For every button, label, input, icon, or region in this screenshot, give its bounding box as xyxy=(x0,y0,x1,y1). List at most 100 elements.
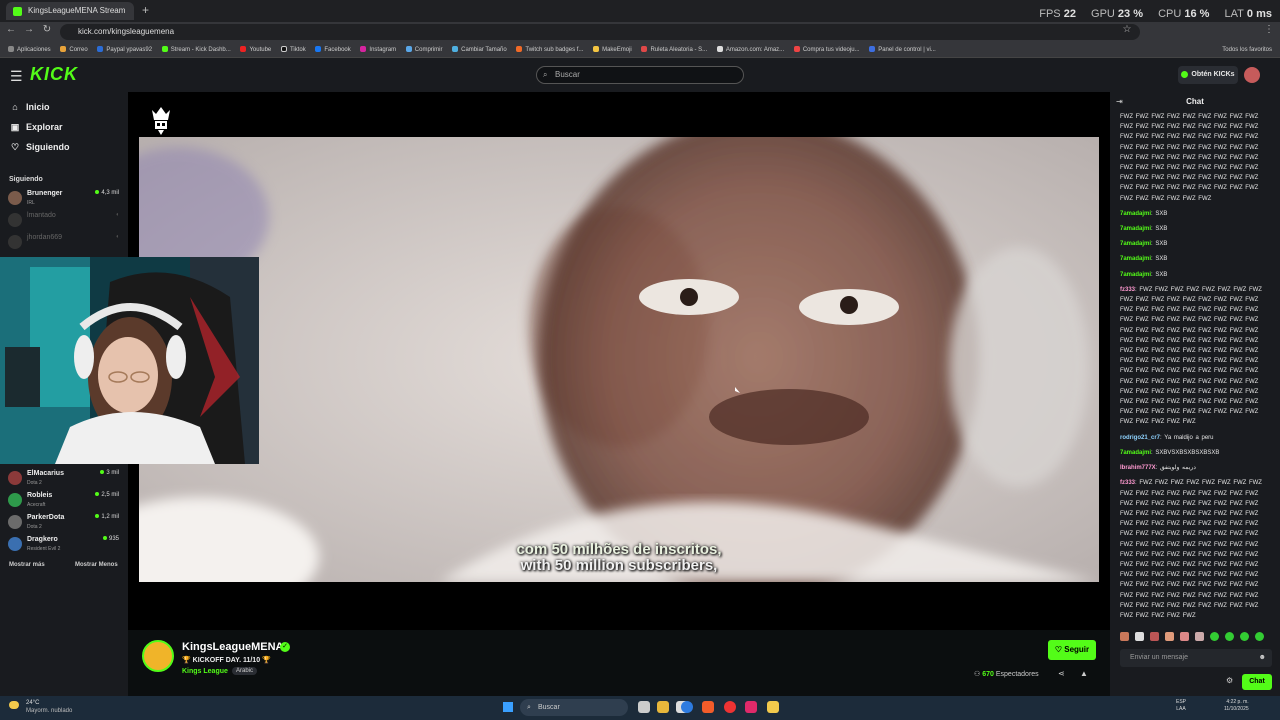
bookmark-item[interactable]: Cambiar Tamaño xyxy=(452,42,507,57)
browser-menu-icon[interactable]: ⋮ xyxy=(1262,24,1276,35)
bookmark-item[interactable]: Amazon.com: Amaz... xyxy=(716,42,784,57)
fps-label: FPS xyxy=(1039,8,1061,20)
browser-tab[interactable]: KingsLeagueMENA Stream xyxy=(6,2,134,20)
chat-username[interactable]: 7amadajmi xyxy=(1120,241,1151,247)
video-content-image xyxy=(139,137,1099,582)
bookmark-item[interactable]: Tiktok xyxy=(280,42,306,57)
video-player[interactable]: com 50 milhões de inscritos, with 50 mil… xyxy=(128,92,1110,630)
new-tab-plus-icon[interactable]: + xyxy=(142,3,149,17)
followed-channel[interactable]: lmantado ◖ xyxy=(8,210,122,232)
bookmark-item[interactable]: Instagram xyxy=(360,42,396,57)
weather-widget[interactable]: 24°C Mayorm. nublado xyxy=(8,699,72,715)
bookmark-item[interactable]: Comprimir xyxy=(405,42,442,57)
sticky-notes-icon[interactable] xyxy=(767,701,779,713)
user-avatar[interactable] xyxy=(1244,67,1260,83)
bookmark-item[interactable]: Correo xyxy=(60,42,88,57)
taskbar-search-input[interactable]: ⌕ Buscar xyxy=(520,699,628,716)
emote-icon[interactable] xyxy=(1225,632,1234,641)
emote-icon[interactable] xyxy=(1135,632,1144,641)
chat-username[interactable]: 7amadajmi xyxy=(1120,211,1151,217)
emote-icon[interactable] xyxy=(1165,632,1174,641)
reload-icon[interactable]: ↻ xyxy=(40,24,54,35)
emote-icon[interactable] xyxy=(1255,632,1264,641)
bookmark-item[interactable]: Aplicaciones xyxy=(8,42,51,57)
bookmark-item[interactable]: Facebook xyxy=(315,42,351,57)
obs-icon[interactable] xyxy=(724,701,736,713)
weather-temp: 24°C xyxy=(26,700,40,706)
chat-username[interactable]: 7amadajmi xyxy=(1120,256,1151,262)
emote-icon[interactable] xyxy=(1210,632,1219,641)
chat-username[interactable]: 7amadajmi xyxy=(1120,450,1151,456)
emote-icon[interactable] xyxy=(1120,632,1129,641)
nav-explore[interactable]: ▣ Explorar xyxy=(10,122,63,133)
bookmark-item[interactable]: MakeEmoji xyxy=(593,42,632,57)
bookmark-item[interactable]: Compra tus videoju... xyxy=(793,42,860,57)
live-dot-icon xyxy=(95,190,100,195)
nav-following[interactable]: ♡ Siguiendo xyxy=(10,142,70,153)
stream-tag[interactable]: Arabic xyxy=(232,667,258,675)
chat-username[interactable]: fz333 xyxy=(1120,287,1135,293)
followed-channel[interactable]: jhordan669 ◖ xyxy=(8,232,122,254)
all-favorites-folder[interactable]: Todos los favoritos xyxy=(1222,42,1272,58)
file-explorer-icon[interactable] xyxy=(657,701,669,713)
followed-channel[interactable]: ElMacarius Dota 2 3 mil xyxy=(8,468,122,490)
back-arrow-icon[interactable]: ← xyxy=(4,24,18,35)
followed-channel[interactable]: Robleis Acecraft 2,5 mil xyxy=(8,490,122,512)
followed-channel[interactable]: ParkerDota Dota 2 1,2 mil xyxy=(8,512,122,534)
chat-username[interactable]: fz333 xyxy=(1120,480,1135,486)
emote-icon[interactable] xyxy=(1240,632,1249,641)
bookmark-item[interactable]: Stream - Kick Dashb... xyxy=(161,42,231,57)
heart-icon: ♡ xyxy=(1054,645,1065,654)
stream-category-link[interactable]: Kings League xyxy=(182,668,228,675)
emoji-picker-icon[interactable]: ☻ xyxy=(1259,649,1266,667)
language-indicator[interactable]: ESP LAA xyxy=(1176,699,1186,713)
bookmark-item[interactable]: Twitch sub badges f... xyxy=(516,42,583,57)
emote-icon[interactable] xyxy=(1180,632,1189,641)
forward-arrow-icon[interactable]: → xyxy=(22,24,36,35)
chat-username[interactable]: 7amadajmi xyxy=(1120,272,1151,278)
windows-start-icon[interactable] xyxy=(503,702,513,712)
chat-text: دريمه ولويتفق xyxy=(1160,465,1196,472)
followed-channel[interactable]: Dragkero Resident Evil 2 935 xyxy=(8,534,122,556)
bookmark-item[interactable]: Youtube xyxy=(240,42,271,57)
channel-avatar[interactable] xyxy=(142,640,174,672)
bookmark-item[interactable]: Panel de control | vi... xyxy=(869,42,936,57)
bookmark-item[interactable]: Ruleta Aleatoria - S... xyxy=(641,42,707,57)
compass-icon: ▣ xyxy=(10,122,20,132)
bookmark-item[interactable]: Paypal ypavas92 xyxy=(97,42,152,57)
report-warning-icon[interactable]: ▲ xyxy=(1080,669,1088,678)
followed-channel[interactable]: Brunenger IRL 4,3 mil xyxy=(8,188,122,210)
offline-icon: ◖ xyxy=(115,234,119,240)
emote-icon[interactable] xyxy=(1150,632,1159,641)
bookmark-star-icon[interactable]: ☆ xyxy=(1120,24,1134,35)
chat-username[interactable]: 7amadajmi xyxy=(1120,226,1151,232)
chat-username[interactable]: rodrigo21_cr7 xyxy=(1120,435,1160,441)
taskbar-clock[interactable]: 4:22 p. m. 11/10/2025 xyxy=(1224,699,1249,713)
chrome-icon[interactable] xyxy=(681,701,693,713)
emote-icon[interactable] xyxy=(1195,632,1204,641)
chat-username[interactable]: Ibrahim777X xyxy=(1120,465,1156,471)
channel-name: Brunenger xyxy=(27,190,63,197)
search-input[interactable]: ⌕ Buscar xyxy=(536,66,744,84)
tiktok-icon[interactable] xyxy=(745,701,757,713)
chat-send-button[interactable]: Chat xyxy=(1242,674,1272,690)
url-input[interactable]: kick.com/kingsleaguemena xyxy=(60,24,1140,40)
nav-home[interactable]: ⌂ Inicio xyxy=(10,102,49,112)
chat-settings-gear-icon[interactable]: ⚙ xyxy=(1226,676,1233,685)
show-more-button[interactable]: Mostrar más xyxy=(9,562,45,568)
hamburger-menu-icon[interactable]: ☰ xyxy=(10,68,23,85)
brave-icon[interactable] xyxy=(702,701,714,713)
follow-button[interactable]: ♡ Seguir xyxy=(1048,640,1096,660)
nav-explore-label: Explorar xyxy=(26,122,63,132)
chat-messages[interactable]: FWZ FWZ FWZ FWZ FWZ FWZ FWZ FWZ FWZ FWZ … xyxy=(1120,112,1270,622)
chat-input[interactable]: Enviar un mensaje ☻ xyxy=(1120,649,1272,667)
share-icon[interactable]: ⋖ xyxy=(1058,669,1065,678)
following-section-title: Siguiendo xyxy=(9,176,43,183)
show-less-button[interactable]: Mostrar Menos xyxy=(75,562,118,568)
video-frame[interactable]: com 50 milhões de inscritos, with 50 mil… xyxy=(139,137,1099,582)
channel-name[interactable]: KingsLeagueMENA xyxy=(182,641,283,653)
chat-message: fz333: FWZ FWZ FWZ FWZ FWZ FWZ FWZ FWZ F… xyxy=(1120,285,1270,428)
kick-logo[interactable]: KICK xyxy=(30,64,78,85)
task-view-icon[interactable] xyxy=(638,701,650,713)
get-kicks-button[interactable]: Obtén KICKs xyxy=(1178,66,1238,84)
